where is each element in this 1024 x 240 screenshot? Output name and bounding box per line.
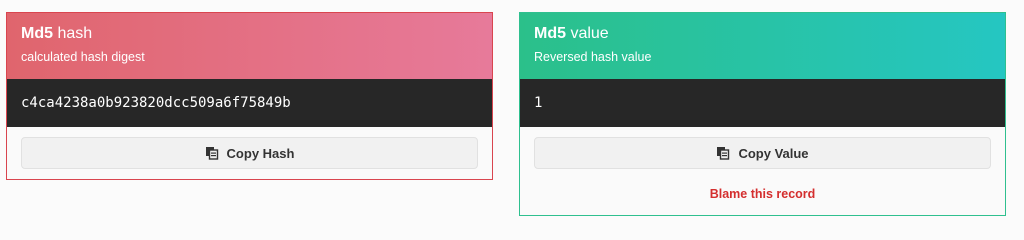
hash-card-title-rest: hash	[53, 25, 93, 42]
reversed-value[interactable]: 1	[520, 79, 1005, 127]
hash-card: Md5 hash calculated hash digest c4ca4238…	[6, 12, 493, 180]
blame-record-link[interactable]: Blame this record	[520, 187, 1005, 201]
hash-card-subtitle: calculated hash digest	[21, 50, 145, 64]
hash-card-title: Md5 hash	[21, 24, 478, 44]
value-card-title: Md5 value	[534, 24, 991, 44]
copy-value-button-label: Copy Value	[738, 145, 809, 161]
hash-card-header: Md5 hash calculated hash digest	[7, 13, 492, 79]
copy-value-button[interactable]: Copy Value	[534, 137, 991, 169]
value-card-header: Md5 value Reversed hash value	[520, 13, 1005, 79]
copy-hash-button-label: Copy Hash	[226, 145, 295, 161]
value-card-subtitle: Reversed hash value	[534, 50, 652, 64]
value-card-title-rest: value	[566, 25, 609, 42]
copy-hash-button[interactable]: Copy Hash	[21, 137, 478, 169]
copy-icon	[205, 146, 219, 160]
hash-card-title-strong: Md5	[21, 25, 53, 42]
copy-icon	[716, 146, 730, 160]
value-card-title-strong: Md5	[534, 25, 566, 42]
value-card: Md5 value Reversed hash value 1 Copy Val…	[519, 12, 1006, 216]
hash-value[interactable]: c4ca4238a0b923820dcc509a6f75849b	[7, 79, 492, 127]
